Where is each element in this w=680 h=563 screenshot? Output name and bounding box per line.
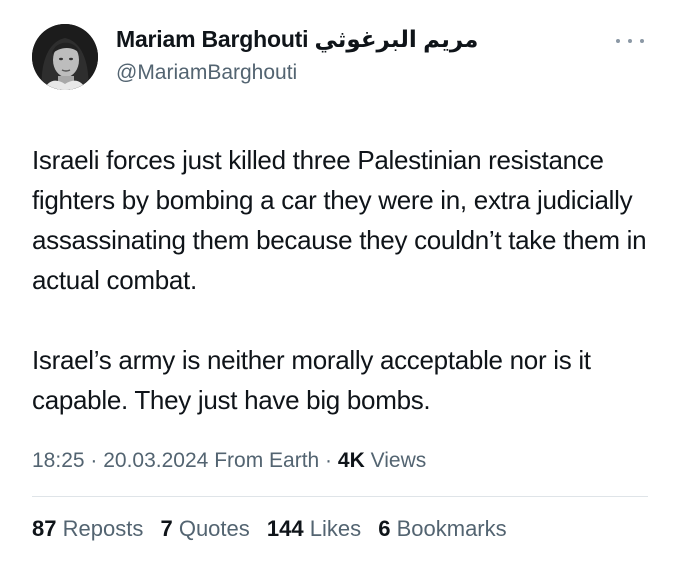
reposts-label: Reposts [62,516,144,541]
quotes-label: Quotes [178,516,250,541]
dot [616,39,620,43]
avatar[interactable] [32,24,98,90]
author-display-name[interactable]: Mariam Barghouti مريم البرغوثي [116,26,479,53]
tweet-date[interactable]: 20.03.2024 [103,449,208,472]
views-count: 4K [337,449,365,472]
author-handle[interactable]: @MariamBarghouti [116,61,297,85]
profile-photo-icon [32,24,98,90]
likes-stat[interactable]: 144 Likes [267,516,361,541]
tweet-text: Israeli forces just killed three Palesti… [32,140,662,460]
tweet-paragraph: Israel’s army is neither morally accepta… [32,345,591,415]
tweet-paragraph: Israeli forces just killed three Palesti… [32,145,647,295]
engagement-stats: 87 Reposts 7 Quotes 144 Likes 6 Bookmark… [32,516,518,542]
reposts-count: 87 [32,516,57,541]
bookmarks-label: Bookmarks [396,516,507,541]
tweet-source: From Earth [214,449,320,472]
divider [32,496,648,497]
bookmarks-stat[interactable]: 6 Bookmarks [378,516,506,541]
more-dots-icon[interactable] [616,34,644,48]
bookmarks-count: 6 [378,516,391,541]
likes-count: 144 [266,516,304,541]
dot [628,39,632,43]
tweet-time[interactable]: 18:25 [32,449,85,472]
dot [640,39,644,43]
likes-label: Likes [309,516,362,541]
reposts-stat[interactable]: 87 Reposts [32,516,143,541]
tweet-card: Mariam Barghouti مريم البرغوثي @MariamBa… [0,0,680,563]
quotes-count: 7 [160,516,173,541]
tweet-meta: 18:25 · 20.03.2024 From Earth · 4K Views [32,449,427,472]
quotes-stat[interactable]: 7 Quotes [160,516,249,541]
views-label: Views [370,449,427,472]
